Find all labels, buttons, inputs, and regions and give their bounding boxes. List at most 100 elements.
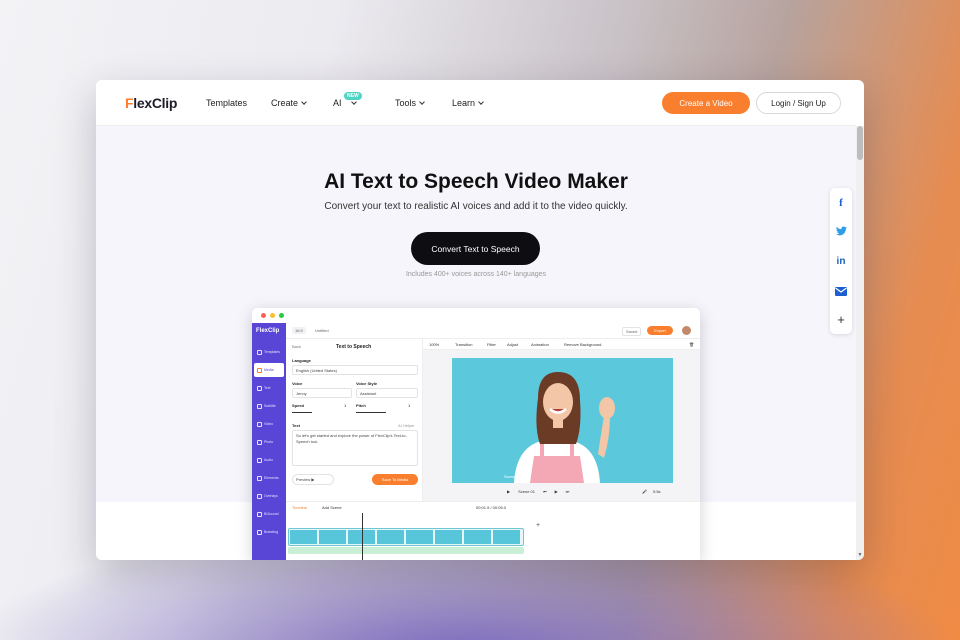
play-icon: ▶ <box>554 489 558 494</box>
subtitle-icon <box>257 403 262 409</box>
editor-preview-image: FlexClip Templates Media Text Subtitle V… <box>252 308 700 560</box>
clip-thumbnail <box>493 530 520 544</box>
overlays-icon <box>257 493 262 499</box>
add-clip-icon: + <box>536 522 541 529</box>
nav-create[interactable]: Create <box>271 98 307 108</box>
chevron-down-icon <box>350 99 357 105</box>
zoom-select: 100% <box>429 342 440 347</box>
editor-topbar: 16:9 Untitled Saved Export <box>286 323 700 339</box>
share-bar: f in + <box>830 188 852 334</box>
clip-thumbnail <box>319 530 346 544</box>
facebook-icon[interactable]: f <box>830 192 852 214</box>
play-icon: ▶ <box>311 477 315 482</box>
chevron-down-icon <box>478 99 484 105</box>
speed-label: Speed <box>292 403 305 408</box>
trash-icon: 🗑 <box>689 342 695 347</box>
editor-sidebar-item: Audio <box>254 453 284 467</box>
language-label: Language <box>292 358 311 363</box>
nav-templates[interactable]: Templates <box>206 98 247 108</box>
editor-sidebar-item: BGsound <box>254 507 284 521</box>
editor-sidebar: FlexClip Templates Media Text Subtitle V… <box>252 323 286 560</box>
editor-sidebar-item: Media <box>254 363 284 377</box>
flexclip-logo[interactable]: FlexClip <box>125 95 177 111</box>
elements-icon <box>257 475 262 481</box>
voices-note: Includes 400+ voices across 140+ languag… <box>405 271 547 278</box>
file-name: Untitled <box>315 328 329 333</box>
ratio-chip: 16:9 <box>292 327 306 334</box>
player-extras: 🎤 0:5s <box>642 489 661 494</box>
audio-track <box>288 547 524 554</box>
clip-thumbnail <box>464 530 491 544</box>
panel-back: Back <box>292 344 301 349</box>
transition-tool: Transition <box>455 342 473 347</box>
twitter-icon[interactable] <box>830 220 852 242</box>
top-nav: FlexClip Templates Create AI NEW Tools L… <box>96 80 856 126</box>
add-scene-button: Add Scene <box>322 505 342 510</box>
email-icon[interactable] <box>830 280 852 302</box>
minimize-dot <box>270 313 275 318</box>
panel-title: Text to Speech <box>336 344 372 350</box>
editor-sidebar-item: Subtitle <box>254 399 284 413</box>
editor-sidebar-item: Templates <box>254 345 284 359</box>
microphone-icon: 🎤 <box>642 489 647 494</box>
timeline-tab: Timeline <box>292 505 307 510</box>
tts-text-area: So let's get started and explore the pow… <box>292 430 418 466</box>
nav-tools[interactable]: Tools <box>395 98 425 108</box>
pitch-value: 1 <box>408 403 411 408</box>
media-icon <box>257 367 262 373</box>
clip-thumbnail <box>435 530 462 544</box>
clip-thumbnail <box>290 530 317 544</box>
woman-waving-image <box>452 358 673 483</box>
login-signup-button[interactable]: Login / Sign Up <box>756 92 841 114</box>
scroll-down-arrow[interactable]: ▼ <box>856 552 864 558</box>
video-preview-photo: Scene 01 <box>452 358 673 483</box>
linkedin-icon[interactable]: in <box>830 250 852 272</box>
video-icon <box>257 421 262 427</box>
editor-sidebar-item: Elements <box>254 471 284 485</box>
editor-logo: FlexClip <box>256 328 280 334</box>
ai-helper-link: AI Helper <box>398 423 415 428</box>
page-title: AI Text to Speech Video Maker <box>324 170 628 193</box>
clip-thumbnail <box>406 530 433 544</box>
text-to-speech-panel: Back Text to Speech Language English (Un… <box>286 339 423 501</box>
editor-toolbar: 100% Transition Filter Adjust Animation … <box>423 339 700 350</box>
speed-value: 1 <box>344 403 347 408</box>
voice-label: Voice <box>292 381 303 386</box>
voice-style-select: Assistant <box>356 388 418 398</box>
remove-background-tool: Remove Background <box>564 342 602 347</box>
nav-learn[interactable]: Learn <box>452 98 484 108</box>
pitch-slider <box>356 412 386 413</box>
audio-icon <box>257 457 262 463</box>
speed-slider <box>292 412 312 413</box>
adjust-tool: Adjust <box>507 342 519 347</box>
window-controls <box>261 313 284 318</box>
chevron-down-icon <box>419 99 425 105</box>
branding-icon <box>257 529 262 535</box>
timeline-playhead <box>362 513 363 560</box>
maximize-dot <box>279 313 284 318</box>
duration-label: 0:5s <box>652 489 661 494</box>
preview-button: Preview ▶ <box>292 474 334 485</box>
photo-icon <box>257 439 262 445</box>
player-controls: Scene 01 <box>504 474 521 479</box>
page-subtitle: Convert your text to realistic AI voices… <box>324 201 628 212</box>
voice-select: Jenny <box>292 388 352 398</box>
text-icon <box>257 385 262 391</box>
create-video-button[interactable]: Create a Video <box>662 92 750 114</box>
convert-text-to-speech-button[interactable]: Convert Text to Speech <box>411 232 540 265</box>
animation-tool: Animation <box>531 342 549 347</box>
timeline-clips <box>288 528 524 546</box>
scrollbar-thumb[interactable] <box>857 126 863 160</box>
editor-avatar <box>682 326 691 335</box>
previous-icon: ⏮ <box>542 489 547 494</box>
page-scrollbar[interactable]: ▼ <box>856 126 864 560</box>
chevron-down-icon <box>301 99 307 105</box>
templates-icon <box>257 349 262 355</box>
bgsound-icon <box>257 511 262 517</box>
scene-label: Scene 01 <box>504 474 521 479</box>
filter-tool: Filter <box>487 342 496 347</box>
pitch-label: Pitch <box>356 403 366 408</box>
editor-sidebar-item: Branding <box>254 525 284 539</box>
plus-icon[interactable]: + <box>830 308 852 330</box>
next-icon: ⏭ <box>565 489 570 494</box>
